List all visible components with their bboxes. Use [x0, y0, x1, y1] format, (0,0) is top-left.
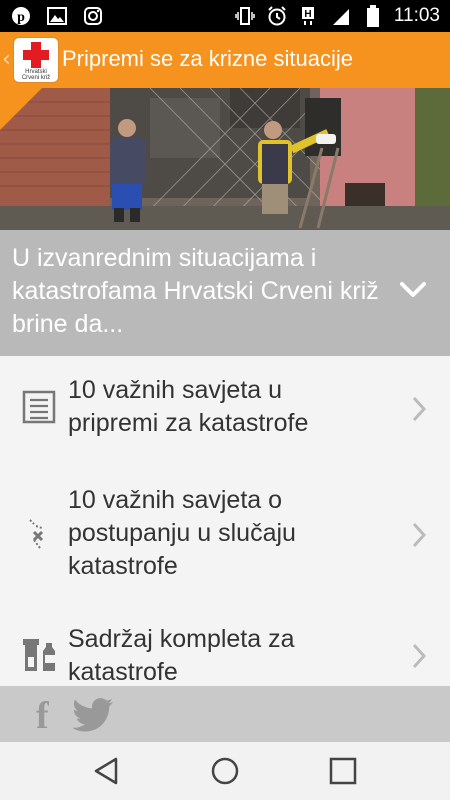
- intro-text: U izvanrednim situacijama i katastrofama…: [12, 244, 379, 338]
- chevron-right-icon: [412, 643, 426, 669]
- chevron-down-icon[interactable]: [398, 274, 428, 304]
- navigation-bar: [0, 742, 450, 800]
- svg-text:H: H: [304, 9, 311, 20]
- hero-corner-accent: [0, 88, 42, 130]
- list-item[interactable]: 10 važnih savjeta u pripremi za katastro…: [0, 356, 450, 465]
- status-bar: p H 11:03: [0, 0, 450, 32]
- hero-image: [0, 88, 450, 230]
- flashlight-bottle-icon: [23, 639, 55, 671]
- checklist-icon: [22, 390, 56, 424]
- page-title: Pripremi se za krizne situacije: [62, 46, 353, 71]
- back-icon[interactable]: [92, 756, 122, 786]
- topic-list: 10 važnih savjeta u pripremi za katastro…: [0, 356, 450, 686]
- twitter-icon[interactable]: [72, 698, 114, 732]
- home-icon[interactable]: [210, 756, 240, 786]
- facebook-icon[interactable]: f: [36, 694, 49, 738]
- instagram-icon: [82, 5, 104, 27]
- svg-text:p: p: [17, 10, 25, 25]
- list-item[interactable]: 10 važnih savjeta o postupanju u slučaju…: [0, 464, 450, 606]
- route-icon: [29, 519, 44, 549]
- list-item-label: 10 važnih savjeta o postupanju u slučaju…: [68, 486, 296, 580]
- list-item[interactable]: Sadržaj kompleta za katastrofe: [0, 605, 450, 686]
- recents-icon[interactable]: [328, 756, 358, 786]
- clock: 11:03: [393, 5, 440, 26]
- intro-accordion[interactable]: U izvanrednim situacijama i katastrofama…: [0, 230, 450, 356]
- list-item-label: Sadržaj kompleta za katastrofe: [68, 625, 295, 686]
- app-bar: ‹ Hrvatski Crveni križ Pripremi se za kri…: [0, 32, 450, 88]
- back-chevron-icon[interactable]: ‹: [2, 47, 11, 72]
- chevron-right-icon: [412, 522, 426, 548]
- vibrate-icon: [234, 5, 256, 27]
- social-bar: f: [0, 686, 450, 742]
- alarm-icon: [266, 5, 288, 27]
- battery-icon: [362, 5, 384, 27]
- h-signal-icon: H: [298, 5, 320, 27]
- chevron-right-icon: [412, 396, 426, 422]
- pinterest-icon: p: [10, 5, 32, 27]
- red-cross-logo[interactable]: Hrvatski Crveni križ: [14, 38, 58, 82]
- gallery-icon: [46, 5, 68, 27]
- signal-icon: [330, 5, 352, 27]
- list-item-label: 10 važnih savjeta u pripremi za katastro…: [68, 376, 309, 437]
